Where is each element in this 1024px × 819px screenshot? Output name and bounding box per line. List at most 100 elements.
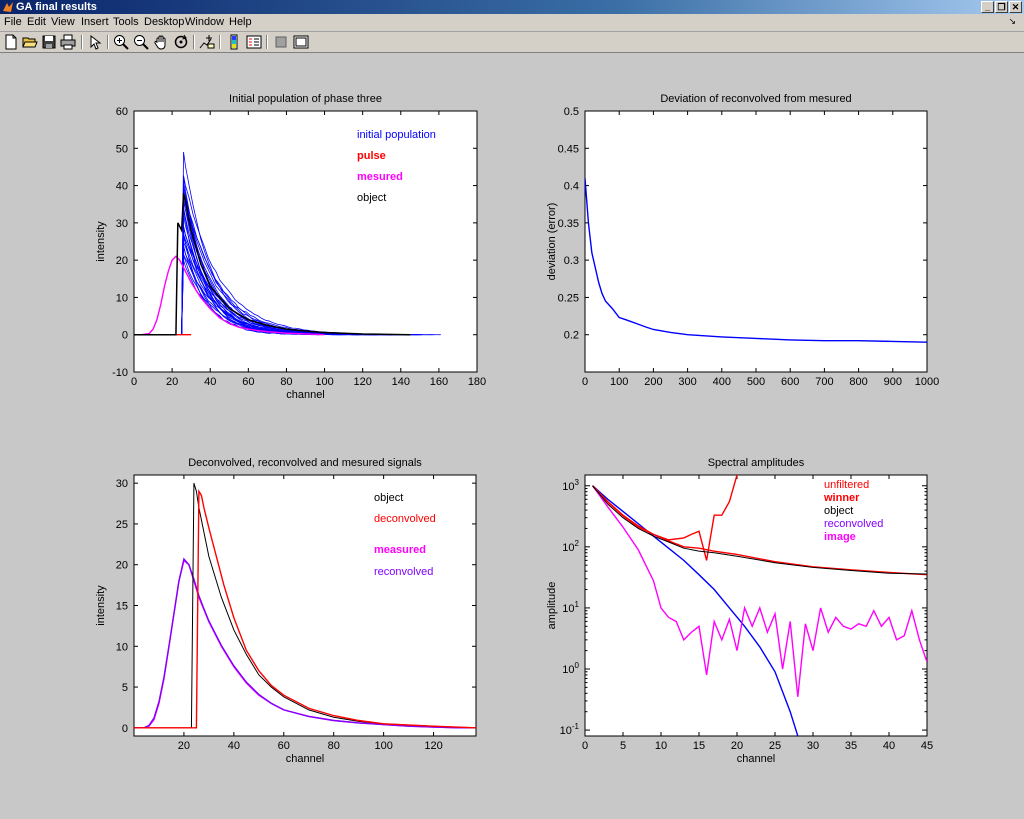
axes-4[interactable]: Spectral amplitudeschannelamplitude0 5 10 1… [546,457,933,765]
print-icon[interactable] [60,34,76,50]
x-tick-label: 180 [468,376,486,388]
x-tick-label: 800 [849,376,867,388]
x-axis-label: channel [286,753,325,765]
menu-bar: File Edit View Insert Tools Desktop Wind… [0,14,1024,32]
y-tick-label: 10 [116,641,128,653]
y-tick-label: 50 [116,143,128,155]
y-axis-label: intensity [95,585,107,626]
show-plot-tools-icon[interactable] [293,34,309,50]
chart-title: Deviation of reconvolved from mesured [660,93,851,105]
x-tick-label: 80 [328,740,340,752]
legend-entry: object [824,505,853,517]
menu-edit[interactable]: Edit [27,16,46,28]
menu-file[interactable]: File [4,16,22,28]
toolbar-separator [219,35,221,49]
legend-entry: object [374,492,403,504]
data-cursor-icon[interactable] [199,34,215,50]
y-tick-label: 25 [116,519,128,531]
x-tick-label: 100 [315,376,333,388]
menu-help[interactable]: Help [229,16,252,28]
x-tick-label: 35 [845,740,857,752]
x-tick-label: 60 [242,376,254,388]
zoom-out-icon[interactable] [133,34,149,50]
save-icon[interactable] [41,34,57,50]
x-tick-label: 500 [747,376,765,388]
y-axis-label: amplitude [546,582,558,630]
x-tick-label: 30 [807,740,819,752]
select-arrow-icon[interactable] [87,34,103,50]
hide-plot-tools-icon[interactable] [273,34,289,50]
toolbar-separator [193,35,195,49]
chart-title: Spectral amplitudes [708,457,805,469]
zoom-in-icon[interactable] [113,34,129,50]
menu-desktop[interactable]: Desktop [144,16,184,28]
menu-tools[interactable]: Tools [113,16,139,28]
chart-title: Initial population of phase three [229,93,382,105]
maximize-button[interactable]: ❐ [995,1,1008,13]
menu-window[interactable]: Window [185,16,224,28]
y-tick-label: 60 [116,106,128,118]
x-tick-label: 0 [131,376,137,388]
legend-entry: winner [823,492,860,504]
pan-hand-icon[interactable] [153,34,169,50]
open-icon[interactable] [22,34,38,50]
y-tick-label: 0.2 [564,330,579,342]
x-tick-label: 45 [921,740,933,752]
axes-background [584,110,928,373]
x-tick-label: 40 [228,740,240,752]
x-tick-label: 700 [815,376,833,388]
x-tick-label: 300 [678,376,696,388]
legend-entry: mesured [357,171,403,183]
legend-entry: initial population [357,129,436,141]
y-axis-label: intensity [95,221,107,262]
y-tick-label: 40 [116,181,128,193]
x-tick-label: 80 [280,376,292,388]
close-button[interactable]: ✕ [1009,1,1022,13]
x-tick-label: 400 [713,376,731,388]
x-tick-label: 100 [374,740,392,752]
colorbar-icon[interactable] [226,34,242,50]
title-bar: GA final results _ ❐ ✕ [0,0,1024,14]
x-tick-label: 60 [278,740,290,752]
rotate-icon[interactable] [173,34,189,50]
x-tick-label: 40 [204,376,216,388]
x-tick-label: 600 [781,376,799,388]
y-tick-label: 20 [116,255,128,267]
x-tick-label: 20 [178,740,190,752]
axes-3[interactable]: Deconvolved, reconvolved and mesured sig… [95,457,477,765]
x-tick-label: 160 [430,376,448,388]
y-tick-label: 103 [562,478,579,493]
toolbar-separator [266,35,268,49]
y-tick-label: 0.35 [558,218,579,230]
legend-entry: measured [374,544,426,556]
toolbar-separator [107,35,109,49]
x-tick-label: 100 [610,376,628,388]
legend-entry: reconvolved [374,566,433,578]
legend-entry: deconvolved [374,513,436,525]
x-tick-label: 0 [582,376,588,388]
y-tick-label: 15 [116,601,128,613]
chart-title: Deconvolved, reconvolved and mesured sig… [188,457,422,469]
legend-entry: reconvolved [824,518,883,530]
new-figure-icon[interactable] [3,34,19,50]
y-tick-label: 10-1 [560,722,580,737]
x-tick-label: 200 [644,376,662,388]
y-tick-label: 102 [562,539,579,554]
x-tick-label: 20 [166,376,178,388]
x-tick-label: 25 [769,740,781,752]
axes-2[interactable]: Deviation of reconvolved from mesured dev… [546,93,939,388]
y-tick-label: 5 [122,682,128,694]
window-title: GA final results [16,1,97,13]
menu-overflow-arrow-icon[interactable]: ↘ [1008,16,1016,27]
legend-icon[interactable] [246,34,262,50]
y-tick-label: 0 [122,723,128,735]
x-tick-label: 120 [424,740,442,752]
y-tick-label: 30 [116,478,128,490]
x-tick-label: 5 [620,740,626,752]
axes-1[interactable]: Initial population of phase three channel… [95,93,486,401]
y-tick-label: 0.5 [564,106,579,118]
x-tick-label: 20 [731,740,743,752]
menu-view[interactable]: View [51,16,75,28]
minimize-button[interactable]: _ [981,1,994,13]
menu-insert[interactable]: Insert [81,16,109,28]
